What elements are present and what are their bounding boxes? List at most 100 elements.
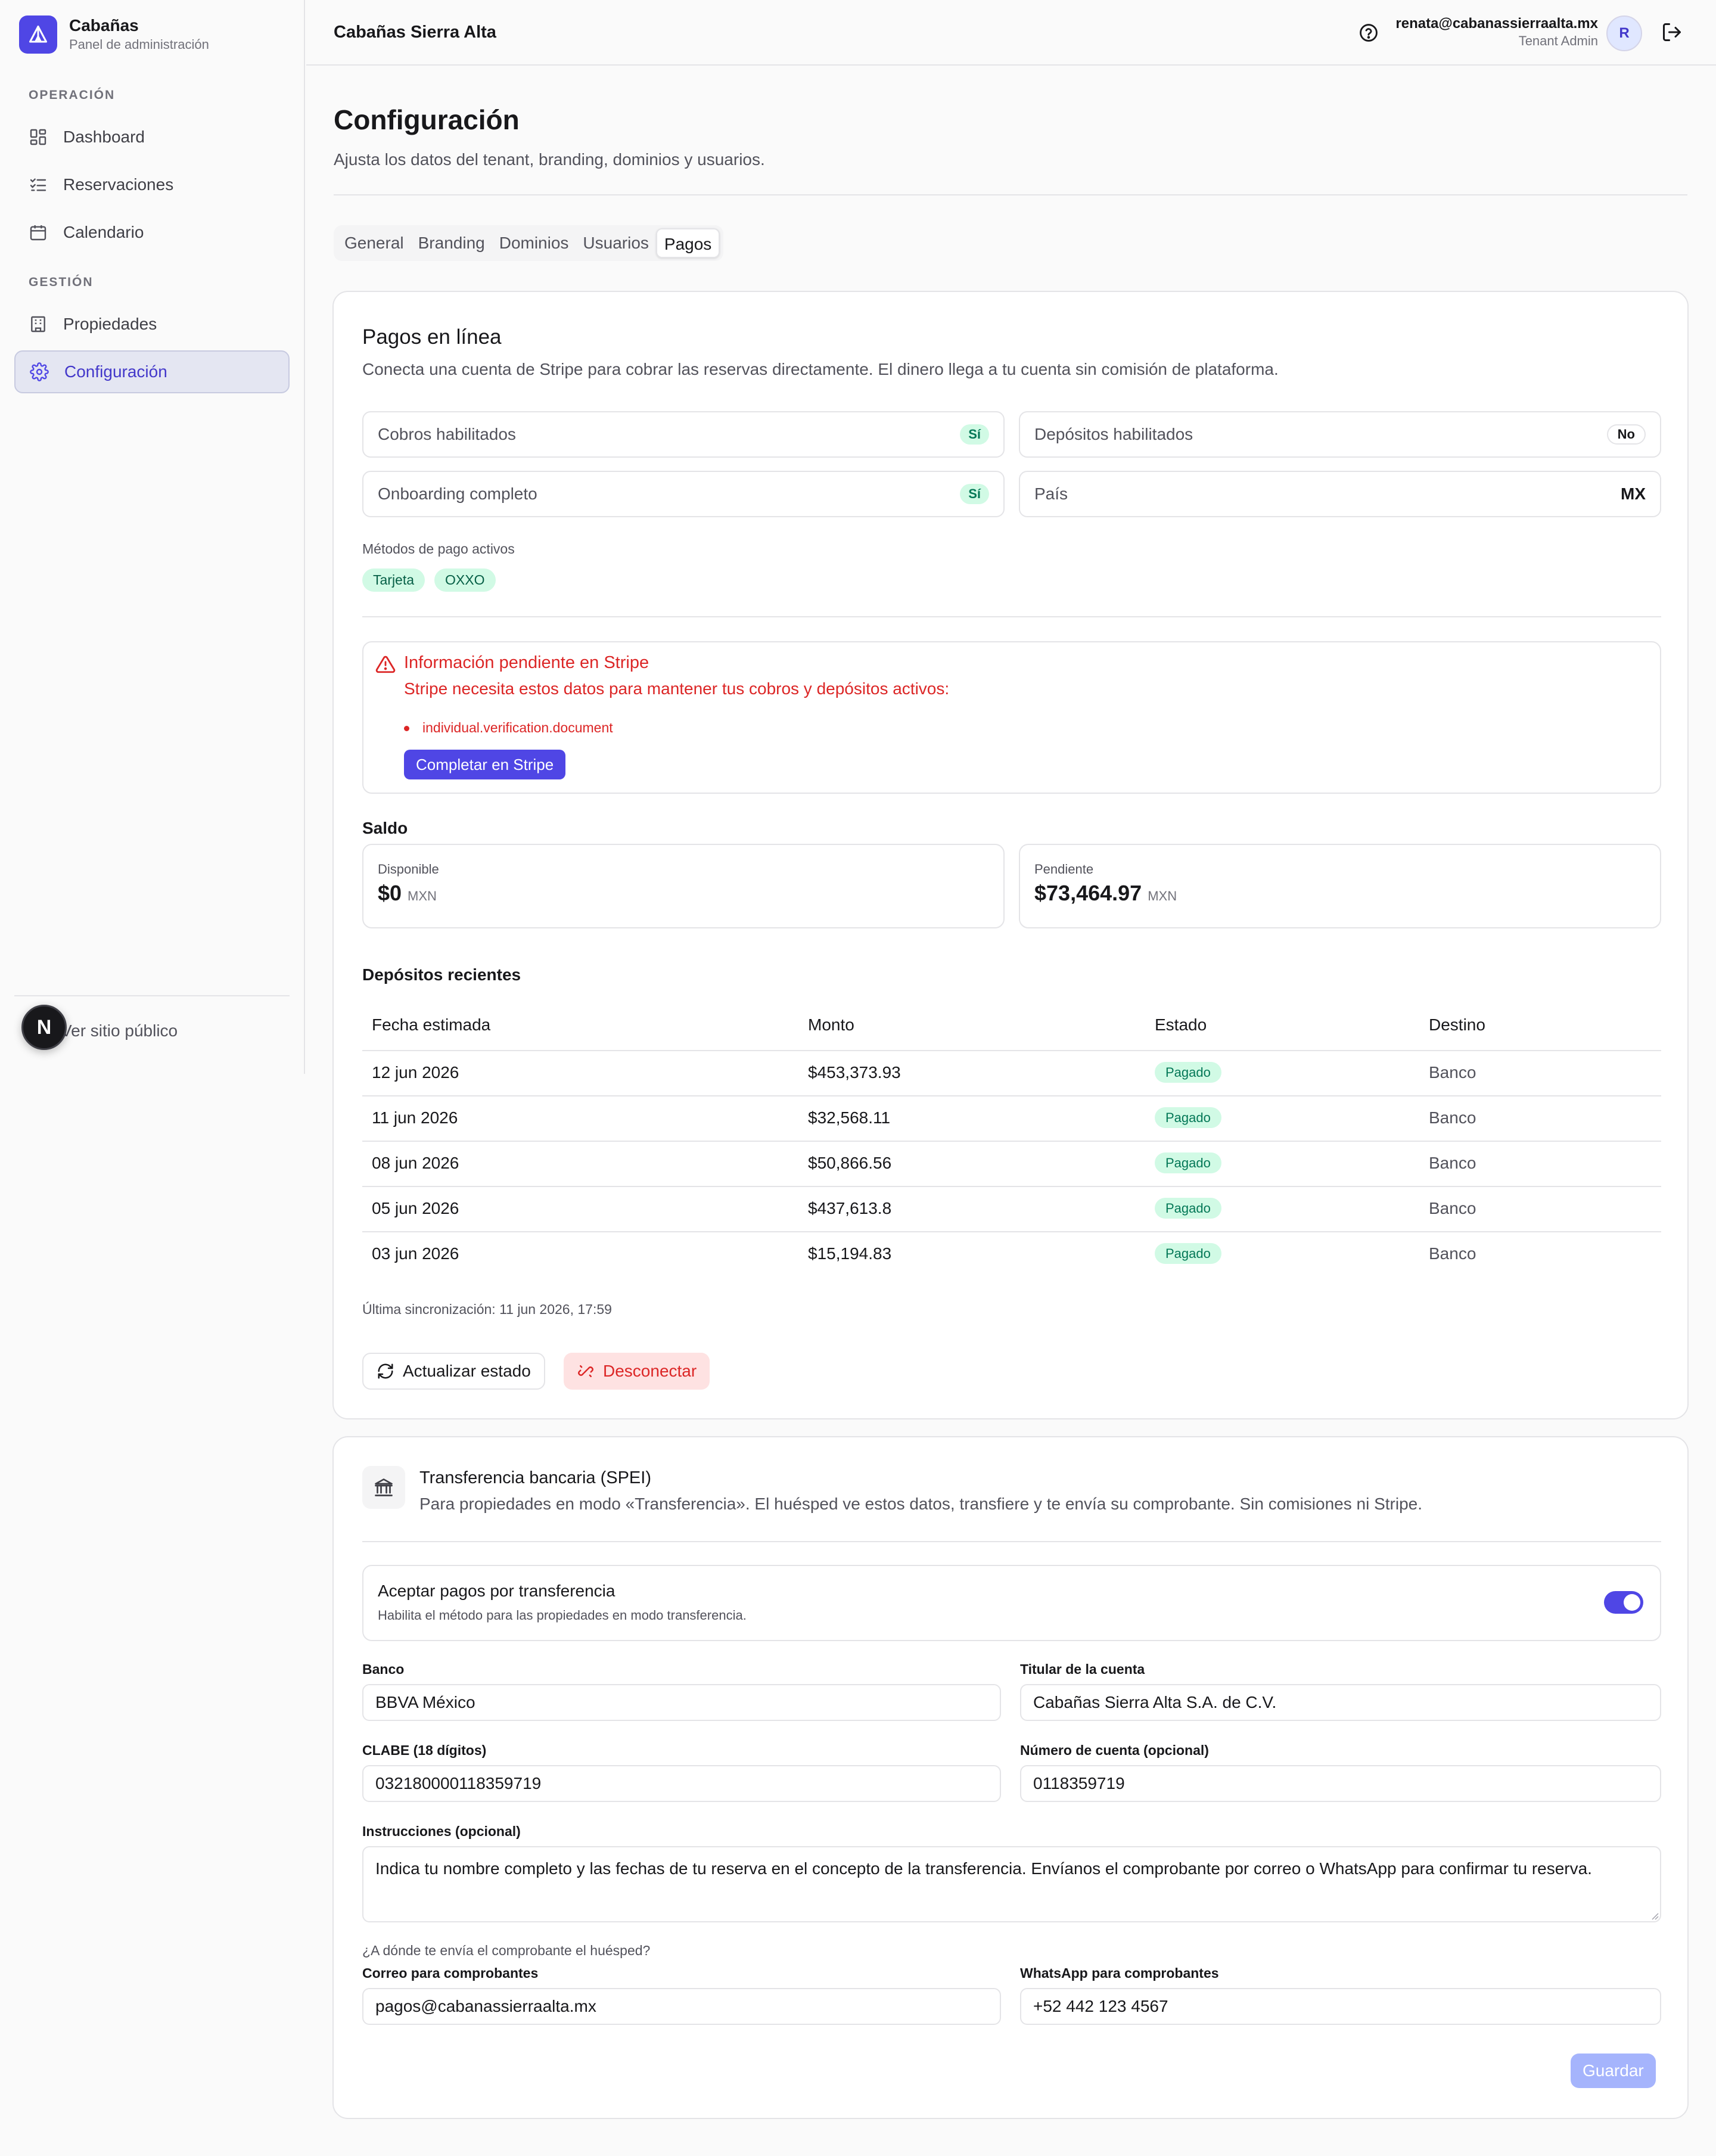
deposits-title: Depósitos recientes bbox=[362, 965, 521, 984]
balance-value: $0 MXN bbox=[378, 881, 437, 906]
instructions-textarea[interactable]: Indica tu nombre completo y las fechas d… bbox=[362, 1846, 1661, 1922]
tab-usuarios[interactable]: Usuarios bbox=[576, 228, 655, 258]
calendar-icon bbox=[29, 223, 48, 242]
tab-pagos[interactable]: Pagos bbox=[655, 228, 720, 258]
status-badge: Sí bbox=[960, 424, 989, 445]
country-field: País MX bbox=[1019, 471, 1661, 517]
warning-icon bbox=[375, 654, 396, 675]
holder-label: Titular de la cuenta bbox=[1020, 1661, 1145, 1677]
sidebar-item-label: Propiedades bbox=[63, 315, 157, 333]
cell-amount: $32,568.11 bbox=[808, 1108, 891, 1127]
balance-amount: $0 bbox=[378, 881, 402, 905]
balance-label: Pendiente bbox=[1034, 862, 1094, 877]
card-description: Conecta una cuenta de Stripe para cobrar… bbox=[362, 360, 1279, 378]
setting-description: Habilita el método para las propiedades … bbox=[378, 1608, 747, 1623]
receipt-email-input[interactable]: pagos@cabanassierraalta.mx bbox=[362, 1988, 1001, 2025]
cell-status: Pagado bbox=[1155, 1243, 1221, 1264]
complete-in-stripe-button[interactable]: Completar en Stripe bbox=[404, 750, 566, 779]
cell-status: Pagado bbox=[1155, 1107, 1221, 1128]
page-subtitle: Ajusta los datos del tenant, branding, d… bbox=[334, 150, 765, 169]
alert-description: Stripe necesita estos datos para mantene… bbox=[404, 679, 950, 698]
sidebar-item-calendario[interactable]: Calendario bbox=[14, 211, 290, 254]
grid-icon bbox=[29, 128, 48, 147]
cell-date: 12 jun 2026 bbox=[372, 1063, 459, 1082]
bank-label: Banco bbox=[362, 1661, 405, 1677]
section-label-operations: OPERACIÓN bbox=[29, 88, 116, 102]
clabe-input[interactable]: 032180000118359719 bbox=[362, 1765, 1001, 1802]
sidebar-item-label: Configuración bbox=[64, 362, 167, 381]
holder-input[interactable]: Cabañas Sierra Alta S.A. de C.V. bbox=[1020, 1684, 1661, 1721]
bank-transfer-card: Transferencia bancaria (SPEI) Para propi… bbox=[332, 1436, 1689, 2119]
account-number-label: Número de cuenta (opcional) bbox=[1020, 1742, 1209, 1758]
cell-amount: $15,194.83 bbox=[808, 1244, 892, 1263]
table-row: 05 jun 2026 $437,613.8 Pagado Banco bbox=[362, 1186, 1661, 1231]
table-row: 03 jun 2026 $15,194.83 Pagado Banco bbox=[362, 1231, 1661, 1276]
method-tag-card: Tarjeta bbox=[362, 568, 425, 592]
refresh-icon bbox=[377, 1362, 394, 1380]
column-header: Fecha estimada bbox=[372, 1015, 491, 1034]
divider bbox=[334, 194, 1687, 195]
online-payments-card: Pagos en línea Conecta una cuenta de Str… bbox=[332, 291, 1689, 1419]
account-number-input[interactable]: 0118359719 bbox=[1020, 1765, 1661, 1802]
avatar[interactable]: R bbox=[1606, 15, 1642, 51]
sidebar-item-reservaciones[interactable]: Reservaciones bbox=[14, 163, 290, 206]
brand[interactable]: Cabañas Panel de administración bbox=[19, 15, 209, 54]
nextjs-badge-icon[interactable]: N bbox=[21, 1005, 67, 1050]
table-row: 08 jun 2026 $50,866.56 Pagado Banco bbox=[362, 1141, 1661, 1186]
cell-date: 08 jun 2026 bbox=[372, 1154, 459, 1172]
save-button[interactable]: Guardar bbox=[1571, 2054, 1656, 2088]
help-icon[interactable] bbox=[1358, 23, 1379, 43]
logout-icon[interactable] bbox=[1661, 21, 1683, 43]
onboarding-complete-field: Onboarding completo Sí bbox=[362, 471, 1005, 517]
field-label: Cobros habilitados bbox=[378, 425, 516, 443]
accept-transfer-toggle[interactable] bbox=[1604, 1591, 1643, 1614]
balance-value: $73,464.97 MXN bbox=[1034, 881, 1177, 906]
public-site-link[interactable]: Ver sitio público bbox=[61, 1021, 178, 1040]
tab-general[interactable]: General bbox=[337, 228, 411, 258]
divider bbox=[362, 616, 1661, 617]
methods-label: Métodos de pago activos bbox=[362, 541, 515, 557]
receipt-whatsapp-input[interactable]: +52 442 123 4567 bbox=[1020, 1988, 1661, 2025]
cell-status: Pagado bbox=[1155, 1152, 1221, 1173]
refresh-status-button[interactable]: Actualizar estado bbox=[362, 1353, 545, 1390]
receipt-email-label: Correo para comprobantes bbox=[362, 1965, 539, 1981]
balance-pending-box: Pendiente $73,464.97 MXN bbox=[1019, 844, 1661, 928]
resize-handle-icon[interactable] bbox=[1649, 1910, 1659, 1920]
tab-branding[interactable]: Branding bbox=[411, 228, 492, 258]
unlink-icon bbox=[577, 1362, 595, 1380]
sidebar-item-dashboard[interactable]: Dashboard bbox=[14, 116, 290, 159]
method-tag-oxxo: OXXO bbox=[434, 568, 496, 592]
settings-tabs: General Branding Dominios Usuarios Pagos bbox=[334, 225, 724, 261]
methods-list: Tarjeta OXXO bbox=[362, 568, 505, 592]
table-row: 12 jun 2026 $453,373.93 Pagado Banco bbox=[362, 1050, 1661, 1095]
balance-amount: $73,464.97 bbox=[1034, 881, 1142, 905]
column-header: Estado bbox=[1155, 1015, 1207, 1034]
instructions-label: Instrucciones (opcional) bbox=[362, 1823, 521, 1839]
disconnect-button[interactable]: Desconectar bbox=[564, 1353, 710, 1390]
cell-date: 03 jun 2026 bbox=[372, 1244, 459, 1263]
sidebar-item-propiedades[interactable]: Propiedades bbox=[14, 303, 290, 346]
status-badge: Pagado bbox=[1155, 1198, 1221, 1219]
charges-enabled-field: Cobros habilitados Sí bbox=[362, 411, 1005, 458]
brand-logo-icon bbox=[19, 15, 57, 54]
clabe-label: CLABE (18 dígitos) bbox=[362, 1742, 487, 1758]
status-badge: Sí bbox=[960, 484, 989, 504]
sidebar-item-configuracion[interactable]: Configuración bbox=[14, 350, 290, 393]
status-badge: No bbox=[1606, 424, 1646, 445]
payouts-enabled-field: Depósitos habilitados No bbox=[1019, 411, 1661, 458]
cell-destination: Banco bbox=[1429, 1199, 1476, 1217]
cell-date: 11 jun 2026 bbox=[372, 1108, 458, 1127]
cell-status: Pagado bbox=[1155, 1198, 1221, 1219]
user-email: renata@cabanassierraalta.mx bbox=[1395, 15, 1598, 32]
field-label: Onboarding completo bbox=[378, 484, 537, 503]
status-badge: Pagado bbox=[1155, 1062, 1221, 1083]
bank-input[interactable]: BBVA México bbox=[362, 1684, 1001, 1721]
alert-title: Información pendiente en Stripe bbox=[404, 653, 649, 672]
tab-dominios[interactable]: Dominios bbox=[492, 228, 576, 258]
column-header: Destino bbox=[1429, 1015, 1485, 1034]
divider bbox=[362, 1541, 1661, 1542]
field-label: País bbox=[1034, 484, 1068, 503]
brand-title: Cabañas bbox=[69, 16, 139, 35]
cell-date: 05 jun 2026 bbox=[372, 1199, 459, 1217]
brand-subtitle: Panel de administración bbox=[69, 37, 209, 52]
